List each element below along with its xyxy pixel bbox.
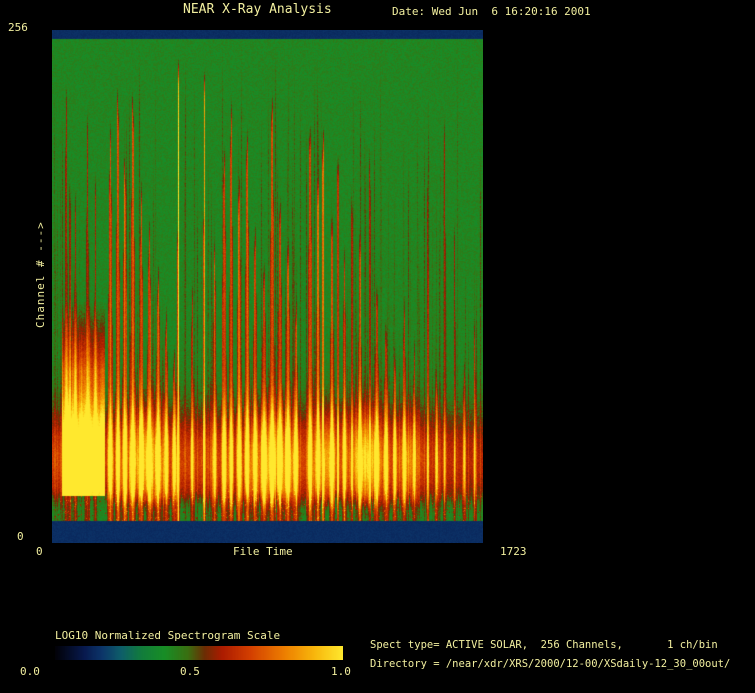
- page-title: NEAR X-Ray Analysis: [183, 3, 332, 16]
- directory-line: Directory = /near/xdr/XRS/2000/12-00/XSd…: [370, 658, 730, 671]
- x-axis-min-tick: 0: [36, 545, 43, 558]
- y-axis-max-tick: 256: [8, 21, 28, 34]
- colorbar-tick-mid: 0.5: [180, 665, 200, 678]
- colorbar-gradient: [55, 646, 343, 660]
- x-axis-max-tick: 1723: [500, 545, 527, 558]
- spectrogram-image: [52, 30, 483, 543]
- colorbar-tick-max: 1.0: [331, 665, 351, 678]
- near-xray-analysis-window: NEAR X-Ray Analysis Date: Wed Jun 6 16:2…: [0, 0, 755, 693]
- y-axis-label: Channel # --->: [34, 221, 47, 328]
- spect-type-line: Spect type= ACTIVE SOLAR, 256 Channels, …: [370, 639, 718, 652]
- y-axis-min-tick: 0: [17, 530, 24, 543]
- date-label: Date: Wed Jun 6 16:20:16 2001: [392, 5, 591, 18]
- x-axis-label: File Time: [233, 545, 293, 558]
- colorbar-tick-min: 0.0: [20, 665, 40, 678]
- colorbar-title: LOG10 Normalized Spectrogram Scale: [55, 629, 280, 642]
